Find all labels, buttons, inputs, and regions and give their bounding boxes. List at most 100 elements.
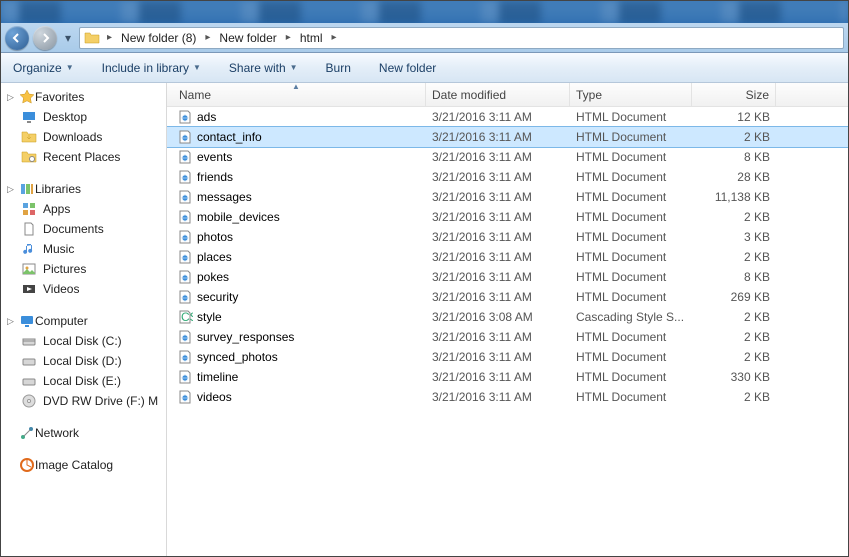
file-type-cell: HTML Document <box>570 370 692 384</box>
sidebar-item-image-catalog[interactable]: Image Catalog <box>1 455 166 475</box>
computer-group: ▷ Computer Local Disk (C:)Local Disk (D:… <box>1 311 166 411</box>
command-bar: Organize▼ Include in library▼ Share with… <box>1 53 848 83</box>
file-name-cell: ads <box>171 109 426 125</box>
sidebar-item-videos[interactable]: Videos <box>1 279 166 299</box>
sidebar-item-apps[interactable]: Apps <box>1 199 166 219</box>
column-header-name[interactable]: Name ▲ <box>167 83 426 106</box>
file-size-cell: 2 KB <box>692 310 776 324</box>
file-row[interactable]: synced_photos3/21/2016 3:11 AMHTML Docum… <box>167 347 848 367</box>
file-row[interactable]: messages3/21/2016 3:11 AMHTML Document11… <box>167 187 848 207</box>
file-date-cell: 3/21/2016 3:11 AM <box>426 230 570 244</box>
sidebar-item-local-disk-d-[interactable]: Local Disk (D:) <box>1 351 166 371</box>
breadcrumb-arrow[interactable]: ▸ <box>283 32 294 43</box>
sidebar-item-recent-places[interactable]: Recent Places <box>1 147 166 167</box>
column-header-date[interactable]: Date modified <box>426 83 570 106</box>
file-size-cell: 269 KB <box>692 290 776 304</box>
file-name-cell: places <box>171 249 426 265</box>
sidebar-item-label: Apps <box>43 202 70 216</box>
file-name: survey_responses <box>197 330 294 344</box>
disclosure-icon: ▷ <box>7 316 19 327</box>
chevron-down-icon: ▼ <box>290 63 298 72</box>
file-date-cell: 3/21/2016 3:11 AM <box>426 350 570 364</box>
file-row[interactable]: events3/21/2016 3:11 AMHTML Document8 KB <box>167 147 848 167</box>
file-date-cell: 3/21/2016 3:11 AM <box>426 390 570 404</box>
forward-button[interactable] <box>33 26 57 50</box>
file-row[interactable]: places3/21/2016 3:11 AMHTML Document2 KB <box>167 247 848 267</box>
new-folder-button[interactable]: New folder <box>375 59 440 77</box>
file-date-cell: 3/21/2016 3:11 AM <box>426 370 570 384</box>
sidebar-item-music[interactable]: Music <box>1 239 166 259</box>
star-icon <box>19 89 35 105</box>
file-row[interactable]: timeline3/21/2016 3:11 AMHTML Document33… <box>167 367 848 387</box>
file-row[interactable]: photos3/21/2016 3:11 AMHTML Document3 KB <box>167 227 848 247</box>
burn-button[interactable]: Burn <box>322 59 355 77</box>
file-name: ads <box>197 110 216 124</box>
sidebar-item-network[interactable]: Network <box>1 423 166 443</box>
image-catalog-group: Image Catalog <box>1 455 166 475</box>
libraries-group: ▷ Libraries Apps DocumentsMusicPicturesVi… <box>1 179 166 299</box>
file-size-cell: 11,138 KB <box>692 190 776 204</box>
sort-ascending-icon: ▲ <box>292 83 300 91</box>
music-icon <box>21 241 37 257</box>
sidebar-item-pictures[interactable]: Pictures <box>1 259 166 279</box>
sidebar-item-local-disk-c-[interactable]: Local Disk (C:) <box>1 331 166 351</box>
image-catalog-icon <box>19 457 35 473</box>
videos-icon <box>21 281 37 297</box>
back-button[interactable] <box>5 26 29 50</box>
file-row[interactable]: contact_info3/21/2016 3:11 AMHTML Docume… <box>167 127 848 147</box>
column-header-type[interactable]: Type <box>570 83 692 106</box>
organize-button[interactable]: Organize▼ <box>9 59 78 77</box>
file-date-cell: 3/21/2016 3:11 AM <box>426 190 570 204</box>
file-name-cell: friends <box>171 169 426 185</box>
history-dropdown[interactable]: ▾ <box>61 27 75 49</box>
sidebar-item-local-disk-e-[interactable]: Local Disk (E:) <box>1 371 166 391</box>
file-row[interactable]: videos3/21/2016 3:11 AMHTML Document2 KB <box>167 387 848 407</box>
file-size-cell: 330 KB <box>692 370 776 384</box>
file-row[interactable]: survey_responses3/21/2016 3:11 AMHTML Do… <box>167 327 848 347</box>
file-size-cell: 2 KB <box>692 130 776 144</box>
sidebar-item-desktop[interactable]: Desktop <box>1 107 166 127</box>
file-size-cell: 2 KB <box>692 330 776 344</box>
sidebar-item-downloads[interactable]: Downloads <box>1 127 166 147</box>
downloads-icon <box>21 129 37 145</box>
file-row[interactable]: CSSstyle3/21/2016 3:08 AMCascading Style… <box>167 307 848 327</box>
main-area: ▷ Favorites DesktopDownloadsRecent Place… <box>1 83 848 556</box>
breadcrumb-segment[interactable]: html <box>296 28 327 48</box>
file-list[interactable]: Name ▲ Date modified Type Size ads3/21/2… <box>167 83 848 556</box>
sidebar-item-computer[interactable]: ▷ Computer <box>1 311 166 331</box>
computer-icon <box>19 313 35 329</box>
breadcrumb-arrow[interactable]: ▸ <box>202 32 213 43</box>
sidebar-item-dvd-rw-drive-f-m[interactable]: DVD RW Drive (F:) M <box>1 391 166 411</box>
file-name-cell: survey_responses <box>171 329 426 345</box>
breadcrumb-segment[interactable]: New folder <box>215 28 280 48</box>
file-date-cell: 3/21/2016 3:11 AM <box>426 210 570 224</box>
file-date-cell: 3/21/2016 3:11 AM <box>426 170 570 184</box>
file-row[interactable]: security3/21/2016 3:11 AMHTML Document26… <box>167 287 848 307</box>
column-header-size[interactable]: Size <box>692 83 776 106</box>
sidebar-item-favorites[interactable]: ▷ Favorites <box>1 87 166 107</box>
file-size-cell: 8 KB <box>692 270 776 284</box>
file-date-cell: 3/21/2016 3:11 AM <box>426 130 570 144</box>
include-in-library-button[interactable]: Include in library▼ <box>98 59 205 77</box>
breadcrumb[interactable]: ▸ New folder (8) ▸ New folder ▸ html ▸ <box>79 27 844 49</box>
drive-icon <box>21 353 37 369</box>
share-with-button[interactable]: Share with▼ <box>225 59 302 77</box>
file-name-cell: events <box>171 149 426 165</box>
html-file-icon <box>177 189 193 205</box>
file-row[interactable]: pokes3/21/2016 3:11 AMHTML Document8 KB <box>167 267 848 287</box>
breadcrumb-root-arrow[interactable]: ▸ <box>104 32 115 43</box>
sidebar-item-documents[interactable]: Documents <box>1 219 166 239</box>
file-row[interactable]: mobile_devices3/21/2016 3:11 AMHTML Docu… <box>167 207 848 227</box>
file-name: videos <box>197 390 232 404</box>
navigation-pane[interactable]: ▷ Favorites DesktopDownloadsRecent Place… <box>1 83 167 556</box>
breadcrumb-arrow[interactable]: ▸ <box>328 32 339 43</box>
file-row[interactable]: ads3/21/2016 3:11 AMHTML Document12 KB <box>167 107 848 127</box>
file-row[interactable]: friends3/21/2016 3:11 AMHTML Document28 … <box>167 167 848 187</box>
chevron-down-icon: ▼ <box>66 63 74 72</box>
sidebar-item-libraries[interactable]: ▷ Libraries <box>1 179 166 199</box>
breadcrumb-segment[interactable]: New folder (8) <box>117 28 200 48</box>
chevron-down-icon: ▼ <box>193 63 201 72</box>
file-type-cell: HTML Document <box>570 250 692 264</box>
sidebar-item-label: Local Disk (E:) <box>43 374 121 388</box>
drive-c-icon <box>21 333 37 349</box>
